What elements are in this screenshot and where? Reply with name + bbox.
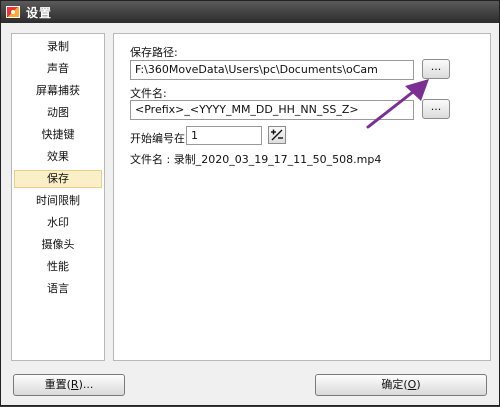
sidebar-item-hotkeys[interactable]: 快捷键: [14, 126, 102, 144]
plus-minus-icon: [271, 129, 283, 141]
sidebar-item-performance[interactable]: 性能: [14, 258, 102, 276]
save-path-input[interactable]: F:\360MoveData\Users\pc\Documents\oCam: [130, 60, 414, 80]
reset-button[interactable]: 重置(R)...: [13, 374, 125, 396]
sidebar-item-language[interactable]: 语言: [14, 280, 102, 298]
ocam-app-icon: [6, 6, 20, 18]
window-title: 设置: [26, 5, 53, 20]
sidebar-item-save[interactable]: 保存: [14, 170, 102, 188]
save-path-browse-button[interactable]: ...: [422, 59, 450, 79]
ok-button-suffix: ): [416, 378, 421, 391]
sidebar-item-sound[interactable]: 声音: [14, 60, 102, 78]
reset-button-suffix: )...: [78, 378, 94, 391]
reset-button-text: 重置(: [44, 378, 71, 391]
title-bar: 设置: [1, 1, 499, 23]
sidebar-item-time-limit[interactable]: 时间限制: [14, 192, 102, 210]
filename-input[interactable]: <Prefix>_<YYYY_MM_DD_HH_NN_SS_Z>: [130, 100, 414, 120]
filename-browse-button[interactable]: ...: [422, 99, 450, 119]
ok-button-text: 确定(: [381, 378, 408, 391]
start-number-label: 开始编号在:: [130, 132, 189, 145]
sidebar-item-screen-capture[interactable]: 屏幕捕获: [14, 82, 102, 100]
reset-button-key: R: [70, 378, 79, 391]
sidebar-item-gif[interactable]: 动图: [14, 104, 102, 122]
settings-sidebar: 录制 声音 屏幕捕获 动图 快捷键 效果 保存 时间限制 水印 摄像头 性能 语…: [11, 33, 105, 361]
sidebar-item-record[interactable]: 录制: [14, 38, 102, 56]
sidebar-item-effects[interactable]: 效果: [14, 148, 102, 166]
start-number-stepper[interactable]: [268, 126, 286, 144]
settings-window: 设置 录制 声音 屏幕捕获 动图 快捷键 效果 保存 时间限制 水印 摄像头 性…: [0, 0, 500, 406]
start-number-input[interactable]: 1: [186, 126, 262, 145]
save-path-label: 保存路径:: [130, 46, 178, 59]
sidebar-item-webcam[interactable]: 摄像头: [14, 236, 102, 254]
save-settings-panel: 保存路径: F:\360MoveData\Users\pc\Documents\…: [113, 33, 491, 361]
filename-preview: 文件名 : 录制_2020_03_19_17_11_50_508.mp4: [130, 153, 382, 166]
ok-button[interactable]: 确定(O): [315, 374, 487, 396]
filename-label: 文件名:: [130, 87, 167, 100]
sidebar-item-watermark[interactable]: 水印: [14, 214, 102, 232]
